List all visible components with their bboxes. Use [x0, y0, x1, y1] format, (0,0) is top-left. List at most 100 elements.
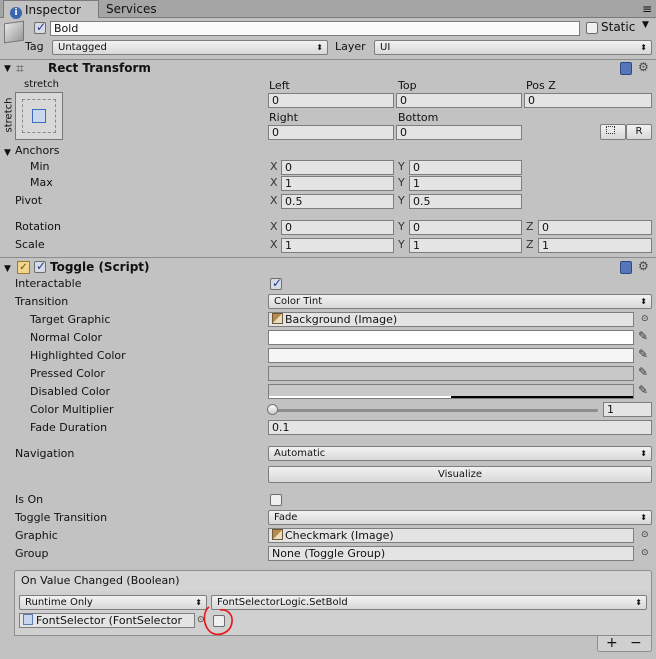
scale-z-field[interactable]: 1 — [538, 238, 652, 253]
layer-dropdown[interactable]: UI ⬍ — [374, 40, 652, 55]
event-object-field[interactable]: FontSelector (FontSelector — [19, 613, 195, 628]
object-picker-icon[interactable]: ⊙ — [641, 548, 649, 558]
scale-x-field[interactable]: 1 — [281, 238, 394, 253]
max-y-field[interactable]: 1 — [409, 176, 522, 191]
right-label: Right — [269, 111, 298, 124]
eyedropper-icon[interactable]: ✎ — [638, 329, 648, 343]
max-x-label: X — [270, 176, 278, 189]
top-field[interactable]: 0 — [396, 93, 522, 108]
rect-transform-title: Rect Transform — [48, 61, 151, 75]
rotation-label: Rotation — [15, 220, 62, 233]
pivot-y-field[interactable]: 0.5 — [409, 194, 522, 209]
foldout-arrow-icon[interactable]: ▼ — [4, 64, 11, 74]
group-field[interactable]: None (Toggle Group) — [268, 546, 634, 561]
color-multiplier-field[interactable]: 1 — [603, 402, 652, 417]
pressed-color-label: Pressed Color — [30, 367, 105, 380]
pivot-x-field[interactable]: 0.5 — [281, 194, 394, 209]
anchor-presets-button[interactable] — [15, 92, 63, 140]
posz-label: Pos Z — [526, 79, 556, 92]
navigation-label: Navigation — [15, 447, 75, 460]
event-header: On Value Changed (Boolean) — [14, 570, 652, 592]
is-on-checkbox[interactable] — [270, 494, 282, 506]
pressed-color-swatch[interactable] — [268, 366, 634, 381]
static-checkbox[interactable] — [586, 22, 598, 34]
active-checkbox[interactable] — [34, 20, 46, 34]
max-y-label: Y — [398, 176, 405, 189]
scale-label: Scale — [15, 238, 45, 251]
toggle-foldout-icon[interactable]: ▼ — [4, 264, 11, 274]
right-field[interactable]: 0 — [268, 125, 394, 140]
tab-inspector[interactable]: i Inspector — [3, 0, 99, 19]
tag-dropdown[interactable]: Untagged ⬍ — [52, 40, 328, 55]
anchors-foldout-icon[interactable]: ▼ — [4, 148, 11, 158]
max-x-field[interactable]: 1 — [281, 176, 394, 191]
toggle-enabled-checkbox[interactable] — [34, 259, 46, 273]
visualize-button[interactable]: Visualize — [268, 466, 652, 483]
transition-label: Transition — [15, 295, 69, 308]
navigation-dropdown[interactable]: Automatic ⬍ — [268, 446, 652, 461]
left-label: Left — [269, 79, 290, 92]
eyedropper-icon[interactable]: ✎ — [638, 365, 648, 379]
stretch-arrows-icon — [32, 109, 46, 123]
object-picker-icon[interactable]: ⊙ — [641, 530, 649, 540]
scale-y-field[interactable]: 1 — [409, 238, 522, 253]
rot-z-label: Z — [526, 220, 534, 233]
graphic-label: Graphic — [15, 529, 58, 542]
image-icon — [272, 313, 283, 324]
pivot-x-label: X — [270, 194, 278, 207]
toggle-transition-dropdown[interactable]: Fade ⬍ — [268, 510, 652, 525]
object-picker-icon[interactable]: ⊙ — [641, 314, 649, 324]
transition-dropdown[interactable]: Color Tint ⬍ — [268, 294, 652, 309]
runtime-dropdown[interactable]: Runtime Only ⬍ — [19, 595, 207, 610]
updown-arrow-icon: ⬍ — [640, 297, 647, 306]
alpha-bar-white — [269, 396, 451, 398]
rot-z-field[interactable]: 0 — [538, 220, 652, 235]
layer-label: Layer — [335, 40, 366, 53]
color-multiplier-slider-thumb[interactable] — [267, 404, 278, 415]
target-graphic-label: Target Graphic — [30, 313, 111, 326]
gear-icon[interactable]: ⚙ — [638, 259, 649, 273]
raw-edit-button[interactable]: R — [626, 124, 652, 140]
add-listener-button[interactable]: + — [606, 636, 618, 650]
script-icon — [23, 614, 33, 625]
help-icon[interactable] — [620, 62, 632, 75]
disabled-color-swatch[interactable] — [268, 384, 634, 399]
toggle-script-title: Toggle (Script) — [50, 260, 150, 274]
interactable-label: Interactable — [15, 277, 82, 290]
group-label: Group — [15, 547, 49, 560]
left-field[interactable]: 0 — [268, 93, 394, 108]
eyedropper-icon[interactable]: ✎ — [638, 347, 648, 361]
rot-x-field[interactable]: 0 — [281, 220, 394, 235]
color-multiplier-slider-track[interactable] — [272, 409, 598, 412]
target-graphic-field[interactable]: Background (Image) — [268, 312, 634, 327]
rot-x-label: X — [270, 220, 278, 233]
blueprint-mode-button[interactable] — [600, 124, 626, 140]
highlighted-color-swatch[interactable] — [268, 348, 634, 363]
interactable-checkbox[interactable] — [270, 276, 282, 290]
min-x-field[interactable]: 0 — [281, 160, 394, 175]
function-dropdown[interactable]: FontSelectorLogic.SetBold ⬍ — [211, 595, 647, 610]
remove-listener-button[interactable]: − — [630, 636, 642, 650]
min-y-field[interactable]: 0 — [409, 160, 522, 175]
static-dropdown-icon[interactable]: ▼ — [642, 20, 649, 30]
disabled-color-label: Disabled Color — [30, 385, 111, 398]
scale-y-label: Y — [398, 238, 405, 251]
rot-y-field[interactable]: 0 — [409, 220, 522, 235]
posz-field[interactable]: 0 — [524, 93, 652, 108]
help-icon[interactable] — [620, 261, 632, 274]
color-multiplier-label: Color Multiplier — [30, 403, 114, 416]
normal-color-swatch[interactable] — [268, 330, 634, 345]
bottom-field[interactable]: 0 — [396, 125, 522, 140]
eyedropper-icon[interactable]: ✎ — [638, 383, 648, 397]
gear-icon[interactable]: ⚙ — [638, 60, 649, 74]
static-label: Static — [601, 20, 636, 34]
pivot-y-label: Y — [398, 194, 405, 207]
fade-duration-field[interactable]: 0.1 — [268, 420, 652, 435]
min-label: Min — [30, 160, 50, 173]
object-name-field[interactable]: Bold — [50, 21, 580, 36]
bottom-label: Bottom — [398, 111, 439, 124]
tab-menu-icon[interactable]: ≡ — [642, 2, 652, 16]
tab-services[interactable]: Services — [100, 0, 170, 18]
graphic-field[interactable]: Checkmark (Image) — [268, 528, 634, 543]
is-on-label: Is On — [15, 493, 44, 506]
